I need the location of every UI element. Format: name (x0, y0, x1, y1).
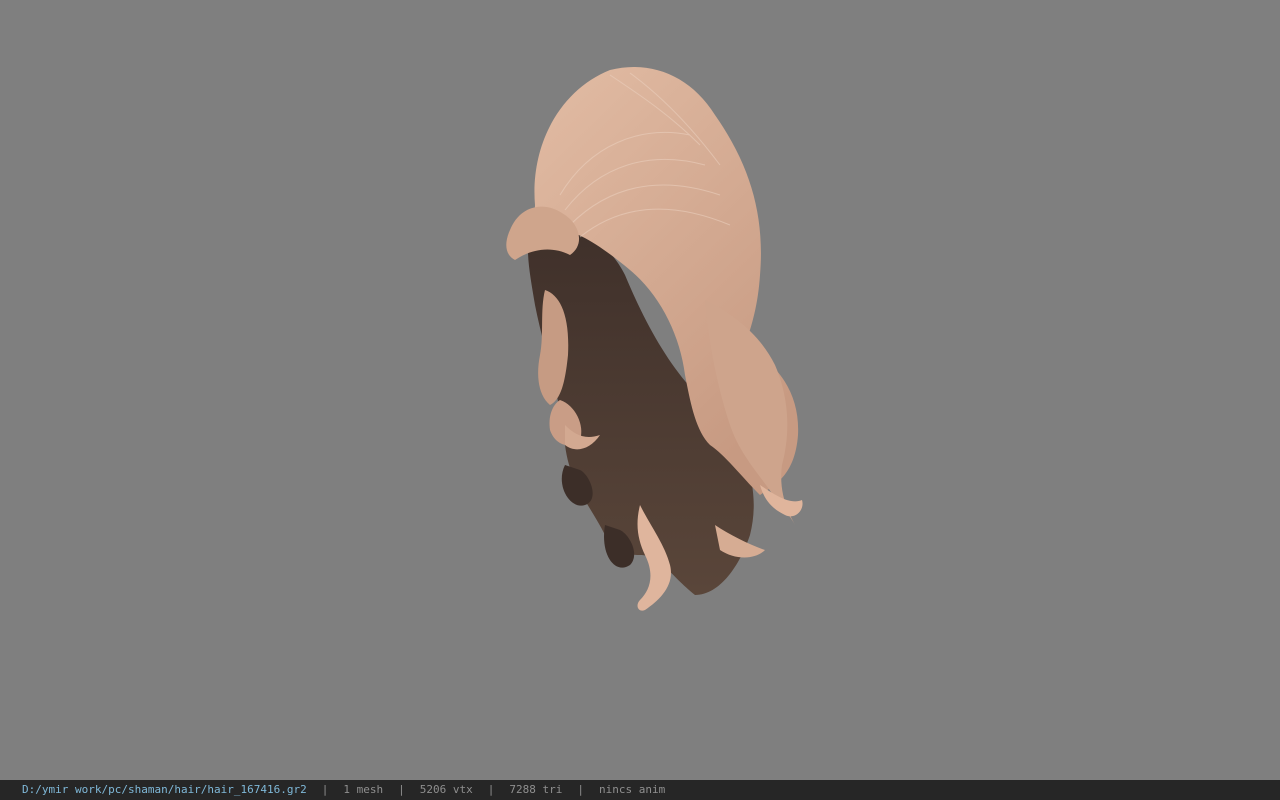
status-separator: | (487, 783, 495, 796)
status-separator: | (321, 783, 329, 796)
3d-viewport[interactable] (0, 0, 1280, 780)
status-mesh-count: 1 mesh (343, 783, 384, 796)
status-separator: | (577, 783, 584, 796)
status-bar: D:/ymir work/pc/shaman/hair/hair_167416.… (0, 780, 1280, 800)
status-separator: | (398, 783, 405, 796)
status-triangle-count: 7288 tri (509, 783, 563, 796)
status-vertex-count: 5206 vtx (419, 783, 473, 796)
status-anim: nincs anim (599, 783, 666, 796)
status-file-path: D:/ymir work/pc/shaman/hair/hair_167416.… (22, 783, 307, 796)
hair-model (506, 67, 803, 611)
